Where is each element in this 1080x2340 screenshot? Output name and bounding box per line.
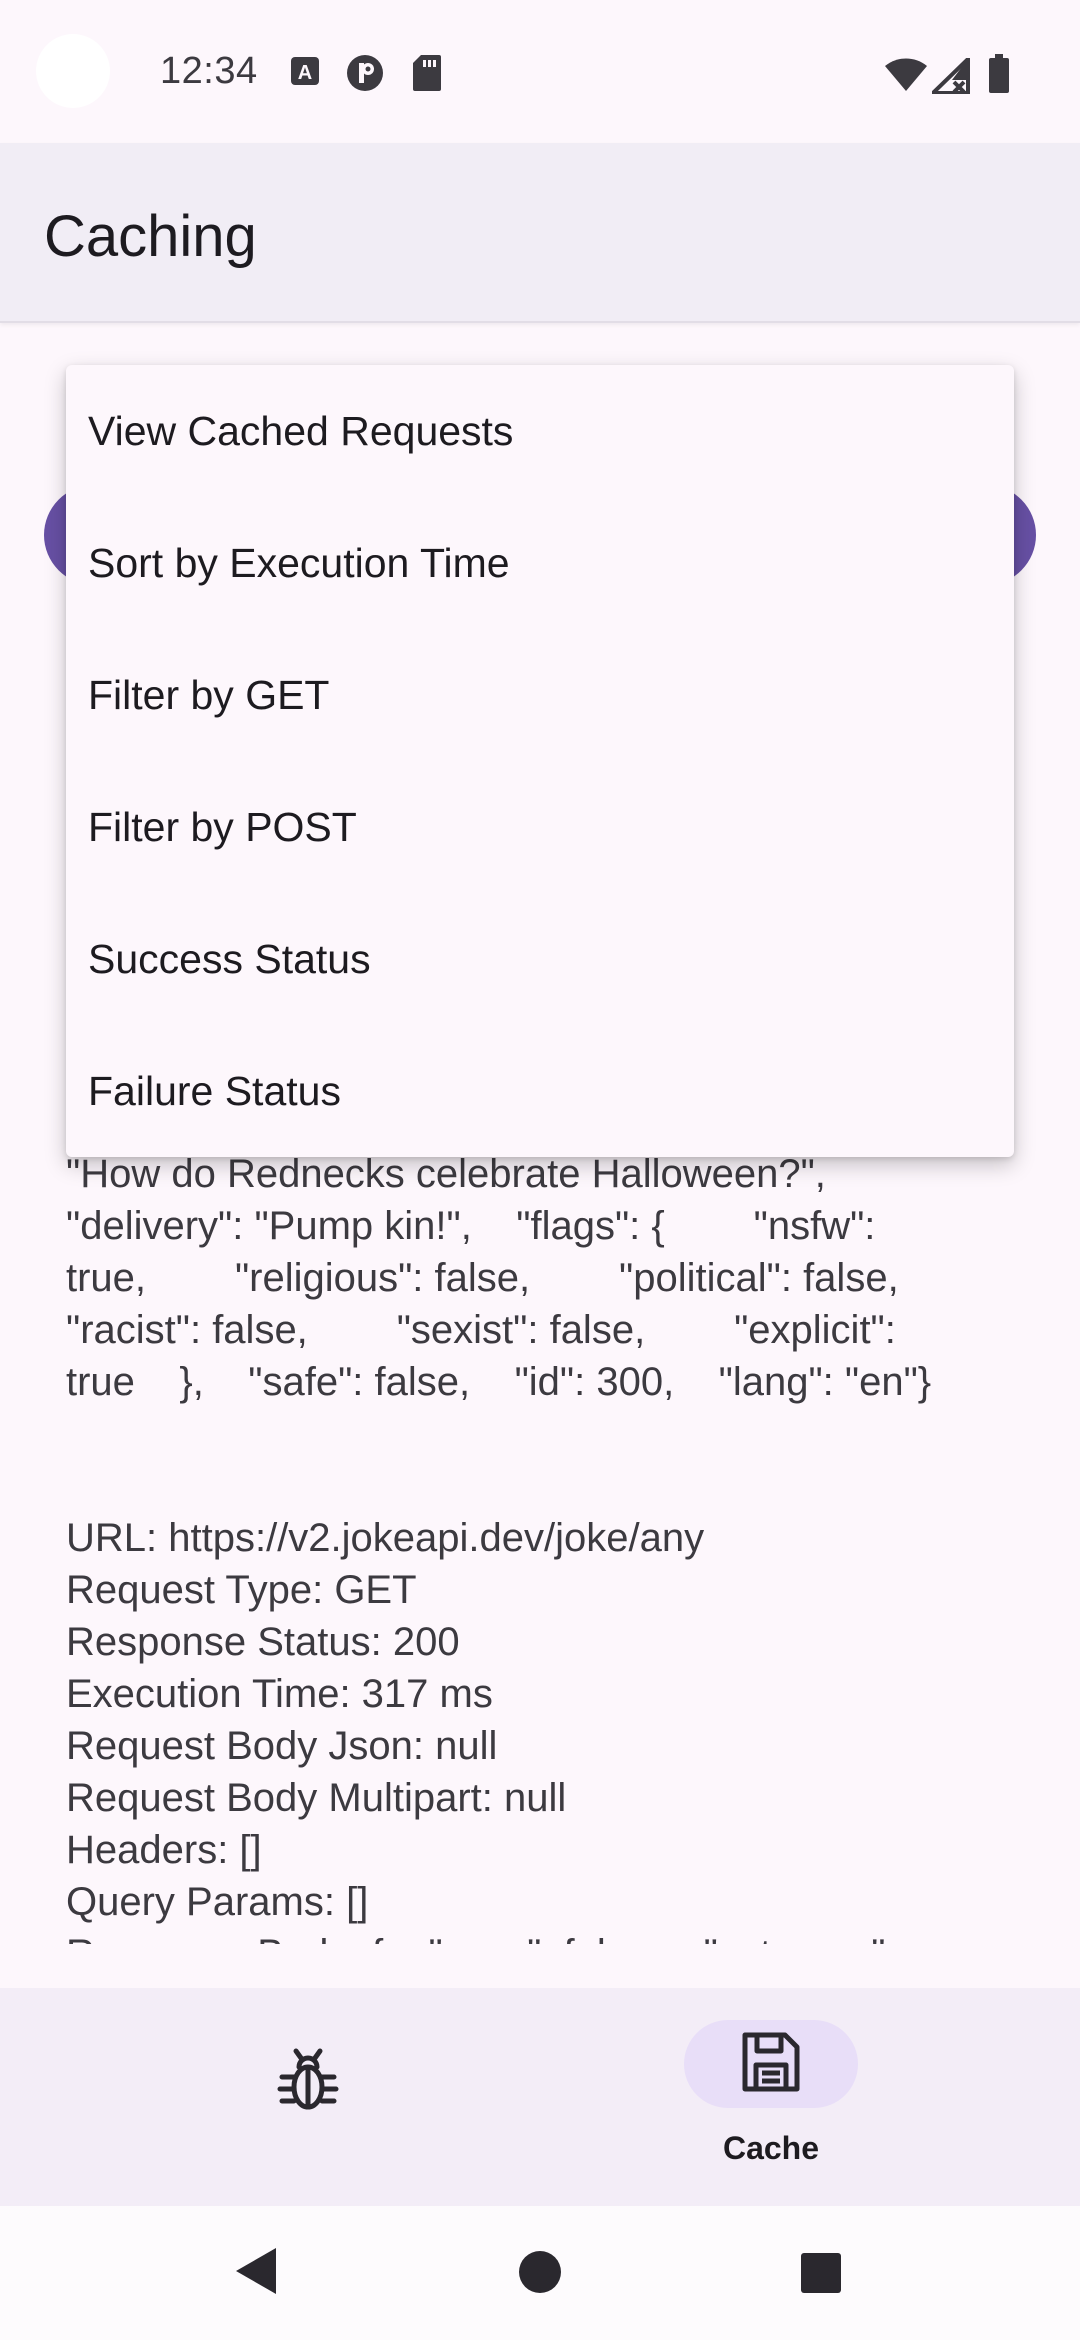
nav-active-indicator bbox=[684, 2020, 858, 2108]
app-bar: Caching bbox=[0, 143, 1080, 323]
status-time: 12:34 bbox=[160, 50, 258, 92]
bug-icon bbox=[277, 2047, 339, 2120]
menu-item-filter-by-post[interactable]: Filter by POST bbox=[66, 761, 1014, 893]
bottom-navigation: Cache bbox=[0, 1988, 1080, 2206]
menu-item-filter-by-get[interactable]: Filter by GET bbox=[66, 629, 1014, 761]
cellular-no-signal-icon bbox=[928, 54, 970, 99]
nav-item-cache[interactable]: Cache bbox=[680, 2020, 862, 2180]
log-entry-text: URL: https://v2.jokeapi.dev/joke/any Req… bbox=[66, 1516, 897, 1944]
wifi-icon bbox=[884, 58, 928, 97]
nav-item-debug[interactable] bbox=[248, 2028, 368, 2138]
camera-cutout bbox=[36, 34, 110, 108]
menu-item-sort-by-execution-time[interactable]: Sort by Execution Time bbox=[66, 497, 1014, 629]
menu-item-view-cached-requests[interactable]: View Cached Requests bbox=[66, 365, 1014, 497]
menu-item-success-status[interactable]: Success Status bbox=[66, 893, 1014, 1025]
menu-item-failure-status[interactable]: Failure Status bbox=[66, 1025, 1014, 1157]
home-icon[interactable] bbox=[518, 2250, 562, 2299]
recents-icon[interactable] bbox=[800, 2252, 842, 2299]
text-a-icon: A bbox=[290, 56, 320, 91]
log-entry-text: "How do Rednecks celebrate Halloween?", … bbox=[66, 1152, 932, 1404]
p-circle-icon bbox=[346, 54, 384, 97]
svg-text:A: A bbox=[298, 62, 312, 84]
cached-requests-log: "How do Rednecks celebrate Halloween?", … bbox=[66, 1148, 1026, 1944]
system-navigation-bar bbox=[0, 2206, 1080, 2340]
screen: 12:34 A Caching "How do Rednecks celebra… bbox=[0, 0, 1080, 2340]
status-bar: 12:34 A bbox=[0, 0, 1080, 143]
back-icon[interactable] bbox=[234, 2246, 278, 2301]
dropdown-menu: View Cached Requests Sort by Execution T… bbox=[66, 365, 1014, 1157]
battery-icon bbox=[988, 54, 1010, 99]
nav-item-label: Cache bbox=[722, 2130, 820, 2166]
sd-card-icon bbox=[412, 54, 442, 97]
save-icon bbox=[741, 2031, 801, 2098]
page-title: Caching bbox=[44, 204, 257, 269]
